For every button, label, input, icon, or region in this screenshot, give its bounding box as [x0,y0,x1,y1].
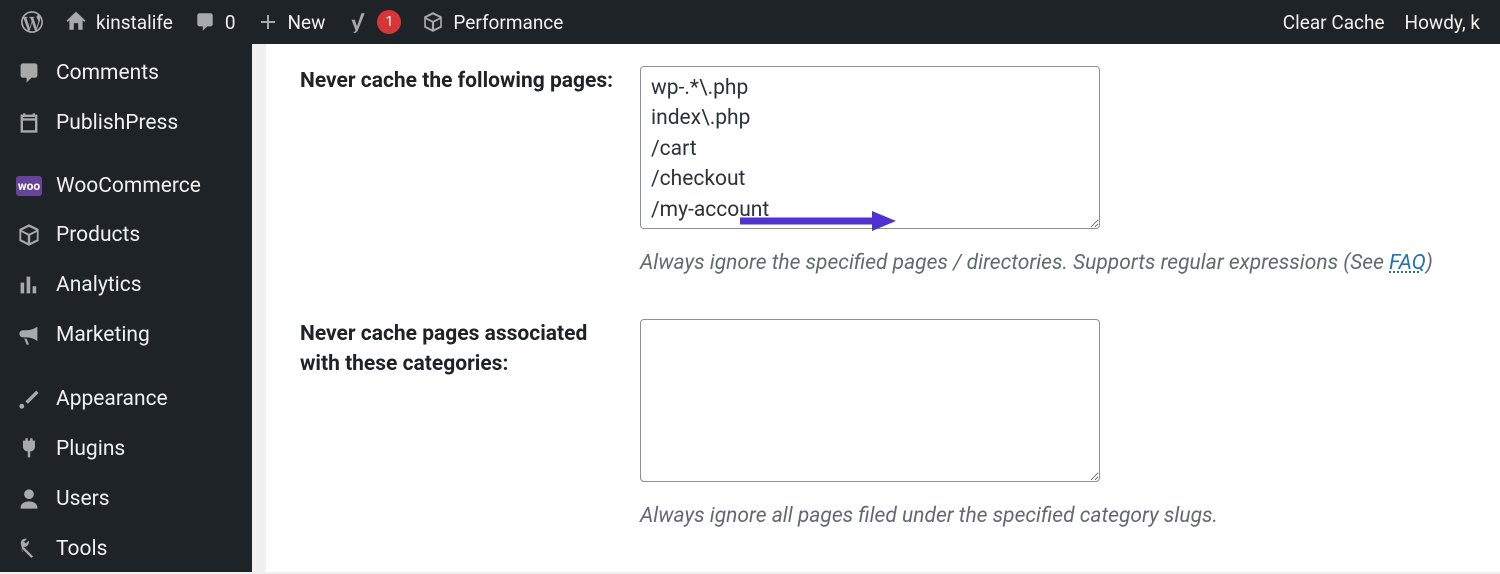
admin-toolbar: kinstalife 0 New 1 Performance Clear Cac… [0,0,1500,44]
sidebar-item-label: Analytics [56,273,142,297]
sidebar-item-publishpress[interactable]: PublishPress [0,98,252,148]
megaphone-icon [16,322,42,348]
site-link[interactable]: kinstalife [54,0,183,44]
comment-icon [193,10,217,34]
annotation-arrow [740,210,896,232]
wordpress-icon [20,10,44,34]
sidebar-item-label: Products [56,223,140,247]
setting-label-never-cache-pages: Never cache the following pages: [300,66,640,275]
chart-bar-icon [16,272,42,298]
sidebar-item-plugins[interactable]: Plugins [0,424,252,474]
site-name: kinstalife [96,11,173,34]
setting-label-never-cache-categories: Never cache pages associated with these … [300,319,640,528]
plus-icon [256,10,280,34]
performance-button[interactable]: Performance [411,0,573,44]
calendar-icon [16,110,42,136]
sidebar-item-comments[interactable]: Comments [0,48,252,98]
wp-logo-button[interactable] [10,0,54,44]
admin-sidebar: Comments PublishPress woo WooCommerce Pr… [0,44,252,572]
main-content: Never cache the following pages: Always … [252,44,1500,572]
woo-icon: woo [16,176,42,196]
box-icon [421,10,445,34]
comments-link[interactable]: 0 [183,0,246,44]
sidebar-item-appearance[interactable]: Appearance [0,374,252,424]
account-link[interactable]: Howdy, k [1395,0,1490,44]
clear-cache-label: Clear Cache [1283,11,1385,34]
sidebar-item-label: Users [56,487,110,511]
brush-icon [16,386,42,412]
never-cache-pages-help: Always ignore the specified pages / dire… [640,251,1500,275]
never-cache-categories-textarea[interactable] [640,319,1100,482]
sidebar-item-label: PublishPress [56,111,178,135]
sidebar-item-label: Plugins [56,437,125,461]
sidebar-item-label: Tools [56,537,107,561]
clear-cache-button[interactable]: Clear Cache [1273,0,1395,44]
yoast-button[interactable]: 1 [335,0,411,44]
sidebar-item-label: Comments [56,61,159,85]
sidebar-item-analytics[interactable]: Analytics [0,260,252,310]
wrench-icon [16,536,42,562]
sidebar-item-tools[interactable]: Tools [0,524,252,574]
user-icon [16,486,42,512]
performance-label: Performance [453,11,563,34]
sidebar-item-woocommerce[interactable]: woo WooCommerce [0,162,252,210]
never-cache-pages-textarea[interactable] [640,66,1100,229]
sidebar-item-label: Marketing [56,323,150,347]
yoast-badge: 1 [377,10,401,34]
yoast-icon [345,10,369,34]
sidebar-item-label: WooCommerce [56,174,201,198]
faq-link[interactable]: FAQ [1389,251,1426,275]
comments-count: 0 [225,11,236,34]
never-cache-categories-help: Always ignore all pages filed under the … [640,504,1500,528]
howdy-label: Howdy, k [1405,11,1480,34]
box-icon [16,222,42,248]
sidebar-item-label: Appearance [56,387,168,411]
plug-icon [16,436,42,462]
sidebar-item-users[interactable]: Users [0,474,252,524]
comment-icon [16,60,42,86]
home-icon [64,10,88,34]
sidebar-item-products[interactable]: Products [0,210,252,260]
new-content-button[interactable]: New [246,0,336,44]
new-label: New [288,11,326,34]
sidebar-item-marketing[interactable]: Marketing [0,310,252,360]
